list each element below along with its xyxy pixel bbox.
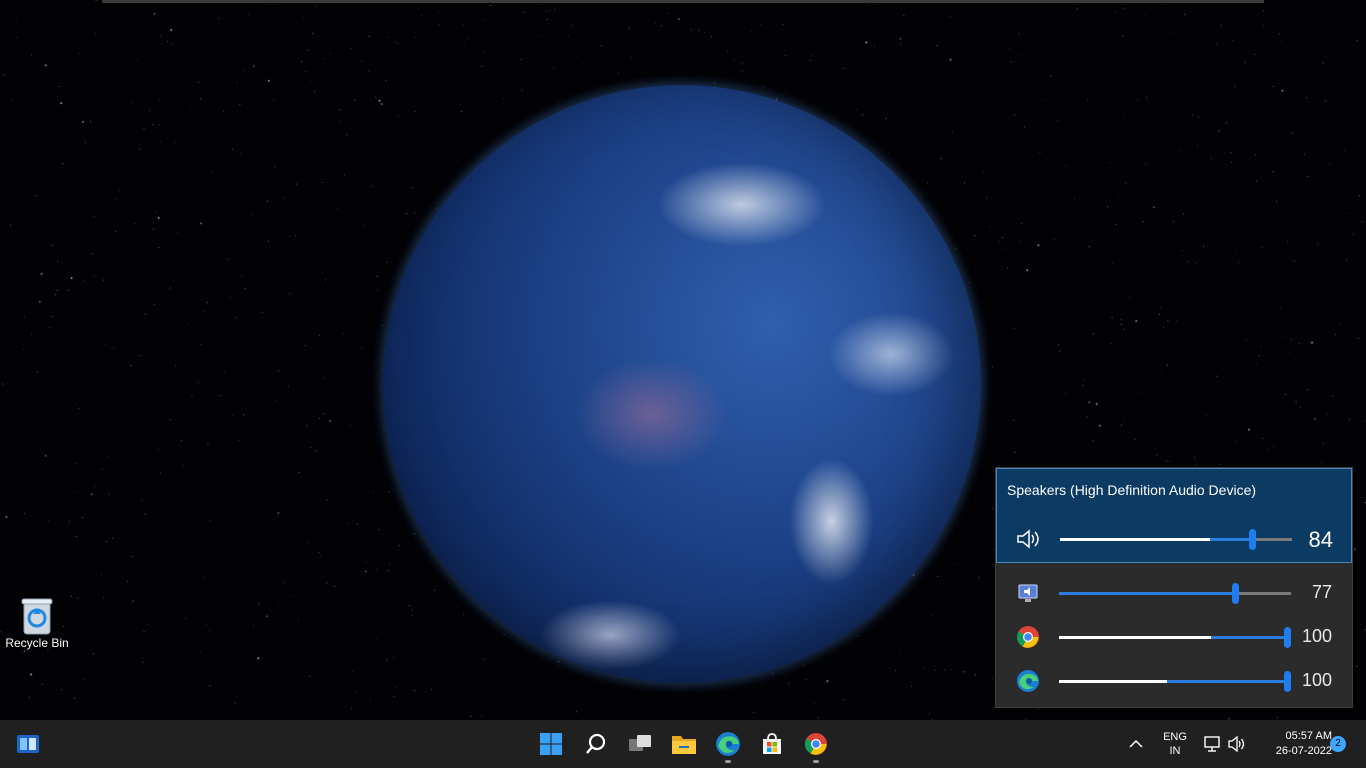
speaker-icon[interactable] <box>1015 527 1043 551</box>
store-icon[interactable] <box>756 728 788 760</box>
region-code: IN <box>1169 745 1181 757</box>
tray-volume-icon[interactable] <box>1224 728 1250 760</box>
app-volume-row: 77 <box>996 573 1352 613</box>
master-volume-value: 84 <box>1308 527 1333 552</box>
file-explorer-icon[interactable] <box>668 728 700 760</box>
recycle-bin-icon <box>20 596 54 636</box>
system-sounds-icon[interactable] <box>1014 581 1042 605</box>
task-view-icon[interactable] <box>624 728 656 760</box>
app-volume-slider[interactable] <box>1059 583 1291 604</box>
language-indicator[interactable]: ENG IN <box>1160 730 1190 758</box>
notification-badge[interactable]: 2 <box>1330 736 1346 752</box>
volume-mixer-flyout: Speakers (High Definition Audio Device) … <box>995 467 1353 708</box>
master-volume-slider[interactable] <box>1060 529 1292 550</box>
app-volume-thumb[interactable] <box>1284 627 1291 648</box>
master-volume-thumb[interactable] <box>1249 529 1256 550</box>
recycle-bin-shortcut[interactable]: Recycle Bin <box>4 596 70 650</box>
start-icon[interactable] <box>535 728 567 760</box>
clock-time: 05:57 AM <box>1285 730 1332 742</box>
show-hidden-icons-chevron-icon[interactable] <box>1121 728 1151 760</box>
clock[interactable]: 05:57 AM 26-07-2022 <box>1252 729 1332 759</box>
recycle-bin-label: Recycle Bin <box>5 636 69 650</box>
master-volume-section: Speakers (High Definition Audio Device) … <box>996 468 1352 563</box>
running-indicator <box>813 760 819 763</box>
chrome-icon[interactable] <box>1014 625 1042 649</box>
earth-globe-image <box>383 85 981 683</box>
window-edge <box>102 0 1264 3</box>
search-icon[interactable] <box>580 728 612 760</box>
app-volume-slider[interactable] <box>1059 671 1291 692</box>
app-volume-slider[interactable] <box>1059 627 1291 648</box>
app-volume-thumb[interactable] <box>1284 671 1291 692</box>
edge-icon[interactable] <box>712 728 744 763</box>
desktop-wallpaper: Recycle Bin Speakers (High Definition Au… <box>0 0 1366 720</box>
language-code: ENG <box>1163 731 1187 743</box>
chrome-icon[interactable] <box>800 728 832 763</box>
edge-icon[interactable] <box>1014 669 1042 693</box>
running-indicator <box>725 760 731 763</box>
clock-date: 26-07-2022 <box>1275 745 1332 757</box>
app-volume-row: 100 <box>996 617 1352 657</box>
master-volume-row: 84 <box>997 519 1353 559</box>
app-volume-row: 100 <box>996 661 1352 701</box>
network-icon[interactable] <box>1199 728 1225 760</box>
taskbar: ENG IN 05:57 AM 26-07-2022 2 <box>0 720 1366 768</box>
device-name[interactable]: Speakers (High Definition Audio Device) <box>1007 482 1256 498</box>
app-volume-thumb[interactable] <box>1232 583 1239 604</box>
app-volume-value: 77 <box>1311 582 1332 602</box>
app-volume-value: 100 <box>1301 670 1332 690</box>
widgets-icon[interactable] <box>12 728 44 760</box>
app-volume-value: 100 <box>1301 626 1332 646</box>
